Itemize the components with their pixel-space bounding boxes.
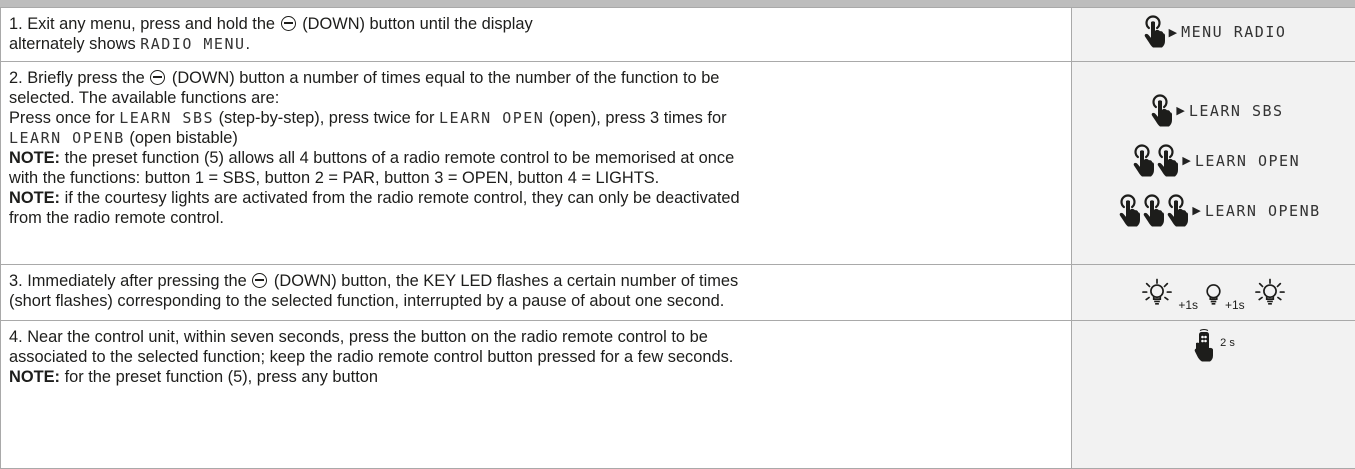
right-triangle-icon: ▶ bbox=[1169, 26, 1177, 39]
step-2-line-1a: 2. Briefly press the bbox=[9, 69, 145, 87]
note-label: NOTE: bbox=[9, 149, 60, 167]
display-label-learn-open: LEARN OPEN bbox=[1195, 152, 1300, 170]
instruction-table: 1. Exit any menu, press and hold the (DO… bbox=[0, 7, 1355, 469]
note-1-line-2: with the functions: button 1 = SBS, butt… bbox=[9, 169, 659, 187]
step-3-text: 3. Immediately after pressing the (DOWN)… bbox=[1, 265, 1072, 321]
step-3-line-1a: 3. Immediately after pressing the bbox=[9, 272, 247, 290]
bulb-on-icon bbox=[1138, 278, 1176, 308]
hand-press-icon bbox=[1154, 143, 1178, 179]
minus-circle-icon bbox=[281, 16, 296, 31]
step-2-line-3c: (open), press 3 times for bbox=[549, 109, 727, 127]
interval-label: +1s bbox=[1178, 298, 1198, 312]
step-3-line-1b: (DOWN) button, the KEY LED flashes a cer… bbox=[274, 272, 738, 290]
step-4-line-1: 4. Near the control unit, within seven s… bbox=[9, 328, 708, 346]
step-2-line-3a: Press once for bbox=[9, 109, 115, 127]
table-row: 4. Near the control unit, within seven s… bbox=[1, 321, 1355, 469]
step-2-line-1b: (DOWN) button a number of times equal to… bbox=[172, 69, 720, 87]
step-2-figure: ▶ LEARN SBS ▶ LEARN OPEN ▶ LEARN OPENB bbox=[1072, 62, 1355, 265]
bulb-on-icon bbox=[1251, 278, 1289, 308]
minus-circle-icon bbox=[252, 273, 267, 288]
table-row: 2. Briefly press the (DOWN) button a num… bbox=[1, 62, 1355, 265]
step-2-line-3b: (step-by-step), press twice for bbox=[219, 109, 435, 127]
step-1-line-2: alternately shows bbox=[9, 35, 136, 53]
display-text-learn-sbs: LEARN SBS bbox=[119, 109, 214, 127]
minus-circle-icon bbox=[150, 70, 165, 85]
hand-press-icon bbox=[1116, 193, 1140, 229]
right-triangle-icon: ▶ bbox=[1192, 204, 1200, 217]
step-1-period: . bbox=[246, 35, 251, 53]
right-triangle-icon: ▶ bbox=[1182, 154, 1190, 167]
step-2-text: 2. Briefly press the (DOWN) button a num… bbox=[1, 62, 1072, 265]
hand-press-icon bbox=[1164, 193, 1188, 229]
hand-press-icon bbox=[1141, 14, 1165, 50]
step-2-line-2: selected. The available functions are: bbox=[9, 89, 279, 107]
step-1-line-1b: (DOWN) button until the display bbox=[302, 15, 532, 33]
note-label: NOTE: bbox=[9, 189, 60, 207]
display-label-learn-openb: LEARN OPENB bbox=[1205, 202, 1321, 220]
step-1-line-1a: 1. Exit any menu, press and hold the bbox=[9, 15, 275, 33]
right-triangle-icon: ▶ bbox=[1176, 104, 1184, 117]
step-1-text: 1. Exit any menu, press and hold the (DO… bbox=[1, 8, 1072, 62]
step-4-line-2: associated to the selected function; kee… bbox=[9, 348, 733, 366]
step-1-figure: ▶ MENU RADIO bbox=[1072, 8, 1355, 62]
step-3-figure: +1s +1s bbox=[1072, 265, 1355, 321]
table-row: 3. Immediately after pressing the (DOWN)… bbox=[1, 265, 1355, 321]
step-3-line-2: (short flashes) corresponding to the sel… bbox=[9, 292, 724, 310]
hand-press-icon bbox=[1140, 193, 1164, 229]
display-label-menu-radio: MENU RADIO bbox=[1181, 23, 1286, 41]
display-text-radio-menu: RADIO MENU bbox=[140, 35, 245, 53]
step-4-note: for the preset function (5), press any b… bbox=[65, 368, 378, 386]
step-2-line-4: (open bistable) bbox=[129, 129, 237, 147]
step-4-figure: 2 s bbox=[1072, 321, 1355, 469]
header-bar bbox=[0, 0, 1355, 7]
note-1-line-1: the preset function (5) allows all 4 but… bbox=[65, 149, 735, 167]
hand-press-icon bbox=[1148, 93, 1172, 129]
note-label: NOTE: bbox=[9, 368, 60, 386]
interval-label: +1s bbox=[1225, 298, 1245, 312]
hold-time-label: 2 s bbox=[1220, 337, 1235, 349]
bulb-off-icon bbox=[1204, 282, 1223, 308]
note-2-line-1: if the courtesy lights are activated fro… bbox=[65, 189, 740, 207]
remote-in-hand-icon bbox=[1192, 329, 1218, 363]
note-2-line-2: from the radio remote control. bbox=[9, 209, 224, 227]
display-text-learn-openb: LEARN OPENB bbox=[9, 129, 125, 147]
hand-press-icon bbox=[1130, 143, 1154, 179]
display-label-learn-sbs: LEARN SBS bbox=[1189, 102, 1284, 120]
table-row: 1. Exit any menu, press and hold the (DO… bbox=[1, 8, 1355, 62]
display-text-learn-open: LEARN OPEN bbox=[439, 109, 544, 127]
step-4-text: 4. Near the control unit, within seven s… bbox=[1, 321, 1072, 469]
